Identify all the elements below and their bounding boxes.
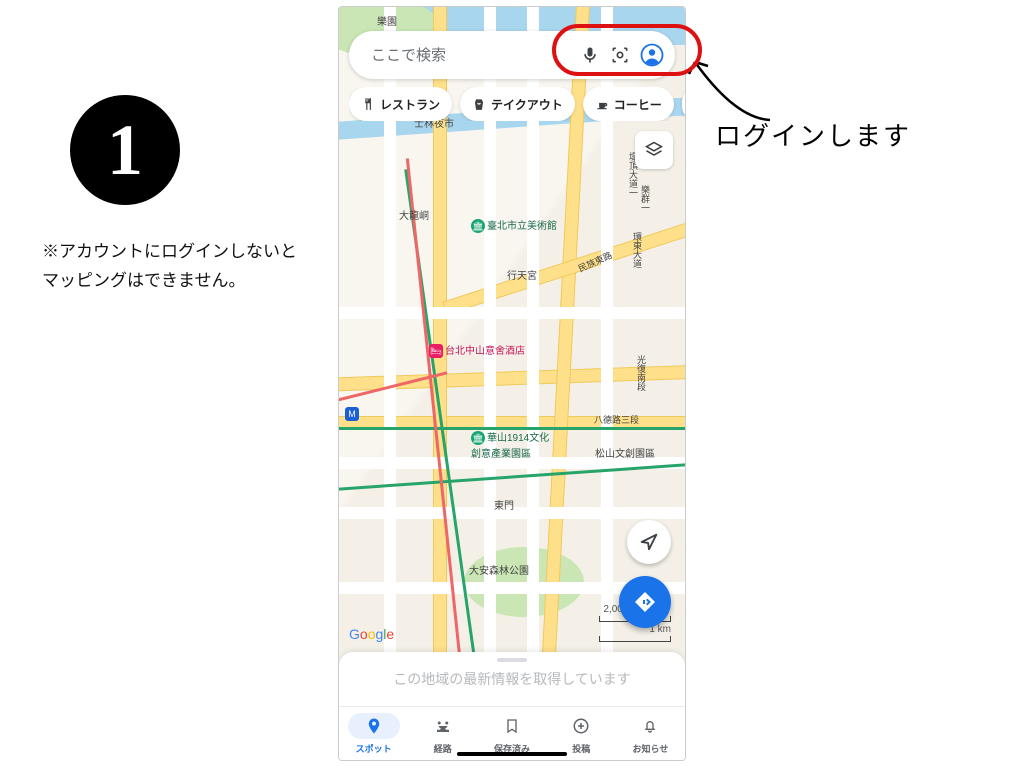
home-indicator [457,752,567,756]
fork-knife-icon [361,97,375,111]
chip-takeout[interactable]: テイクアウト [460,87,575,121]
nav-updates[interactable]: お知らせ [616,707,685,760]
route-icon [434,717,452,735]
street-label: 環東大道 [631,232,644,268]
chip-restaurants[interactable]: レストラン [349,87,452,121]
login-annotation: ログインします [715,116,911,153]
voice-search-icon[interactable] [580,42,600,68]
poi-museum[interactable]: 🏛臺北市立美術館 [471,217,557,233]
nav-label: お知らせ [633,742,669,755]
nav-label: 投稿 [572,742,590,755]
chip-more[interactable] [682,87,685,121]
nav-explore[interactable]: スポット [339,707,408,760]
map-attribution: Google [349,626,394,642]
search-bar[interactable] [349,31,675,79]
lens-search-icon[interactable] [610,42,630,68]
bell-icon [642,717,658,735]
account-icon[interactable] [640,42,664,68]
chip-label: コーヒー [614,96,662,113]
poi-label[interactable]: 行天宮 [507,267,537,282]
bookmark-icon [504,717,520,735]
step-note: ※アカウントにログインしないとマッピングはできません。 [42,238,302,296]
coffee-cup-icon [595,97,609,111]
location-arrow-icon [638,531,660,553]
bottom-sheet[interactable]: この地域の最新情報を取得しています [339,652,685,706]
pin-icon [365,717,383,735]
street-label: 樂群一 [639,185,652,212]
street-label: 光復南段 [635,355,648,391]
poi-label[interactable]: 大龍峒 [399,207,429,222]
category-chips-row: レストラン テイクアウト コーヒー [349,87,685,121]
takeout-bag-icon [472,97,486,111]
chip-label: レストラン [380,96,440,113]
metro-icon: M [345,407,359,421]
step-number-badge: 1 [70,95,180,205]
layers-icon [644,140,664,160]
poi-label[interactable]: 樂園 [377,13,397,28]
directions-fab[interactable] [619,576,671,628]
search-input[interactable] [371,47,570,64]
sheet-handle[interactable] [497,658,527,662]
street-label: 八德路三段 [594,413,639,426]
park-icon: 🏛 [471,431,485,445]
nav-label: 経路 [434,742,452,755]
hotel-icon: 🛏 [429,344,443,358]
poi-park[interactable]: 大安森林公園 [469,562,529,577]
poi-hotel[interactable]: 🛏台北中山意舍酒店 [429,342,525,358]
plus-circle-icon [572,717,590,735]
poi-label[interactable]: 東門 [494,497,514,512]
map-layers-button[interactable] [635,131,673,169]
chip-coffee[interactable]: コーヒー [583,87,674,121]
my-location-button[interactable] [627,520,671,564]
poi-label[interactable]: 松山文創園區 [595,445,655,460]
phone-frame: M 士林夜市 大龍峒 🏛臺北市立美術館 行天宮 民族東路 🛏台北中山意舍酒店 八… [338,6,686,761]
chip-label: テイクアウト [491,96,563,113]
sheet-status-text: この地域の最新情報を取得しています [393,669,631,689]
museum-icon: 🏛 [471,219,485,233]
nav-label: スポット [356,742,392,755]
poi-park[interactable]: 🏛華山1914文化 創意產業園區 [471,429,549,460]
directions-icon [633,590,657,614]
